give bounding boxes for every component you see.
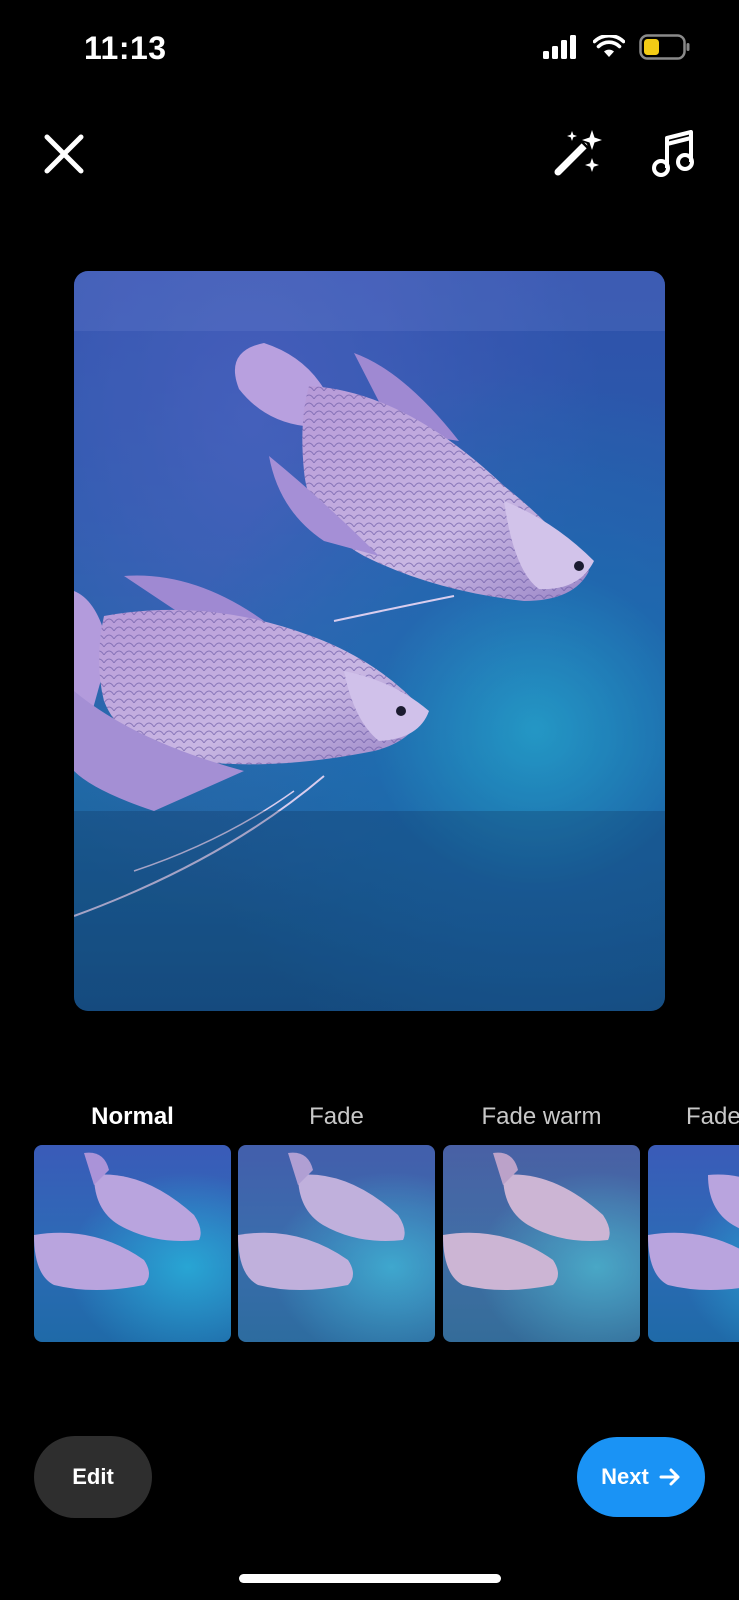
next-button[interactable]: Next (577, 1437, 705, 1517)
battery-icon (639, 34, 690, 60)
status-icons (543, 34, 691, 60)
wifi-icon (593, 35, 625, 57)
edit-button[interactable]: Edit (34, 1436, 152, 1518)
filter-thumbnail[interactable] (648, 1145, 739, 1342)
filter-label: Normal (91, 1103, 174, 1130)
arrow-right-icon (659, 1468, 680, 1486)
status-bar: 11:13 (0, 0, 739, 100)
signal-icon (543, 35, 576, 59)
close-button[interactable] (40, 130, 88, 178)
filter-thumbnail-image (238, 1152, 405, 1290)
filter-thumbnail[interactable] (443, 1145, 640, 1342)
filter-fade-warm[interactable]: Fade warm (443, 1095, 640, 1342)
filter-thumbnail-image (443, 1152, 610, 1290)
filter-thumbnail[interactable] (238, 1145, 435, 1342)
filter-fade-cool[interactable]: Fade (648, 1095, 739, 1342)
photo-preview[interactable] (74, 271, 665, 1011)
top-toolbar (0, 118, 739, 198)
filter-thumbnail-image (648, 1174, 739, 1290)
music-note-icon (652, 130, 694, 177)
filter-normal[interactable]: Normal (34, 1095, 231, 1342)
filter-label: Fade (309, 1103, 364, 1130)
magic-wand-icon (554, 130, 602, 176)
next-button-label: Next (601, 1464, 649, 1489)
filter-label: Fade (686, 1103, 739, 1130)
filter-fade[interactable]: Fade (238, 1095, 435, 1342)
filter-thumbnail-image (34, 1152, 201, 1290)
status-time: 11:13 (84, 30, 167, 66)
home-indicator[interactable] (239, 1574, 501, 1583)
music-button[interactable] (650, 128, 698, 180)
edit-button-label: Edit (72, 1464, 114, 1489)
close-icon (44, 134, 84, 174)
filter-strip: Normal Fade Fade warm Fade (0, 1095, 739, 1345)
magic-wand-button[interactable] (552, 128, 604, 180)
filter-label: Fade warm (481, 1103, 602, 1130)
filter-thumbnail[interactable] (34, 1145, 231, 1342)
fish-photo (74, 271, 665, 1011)
